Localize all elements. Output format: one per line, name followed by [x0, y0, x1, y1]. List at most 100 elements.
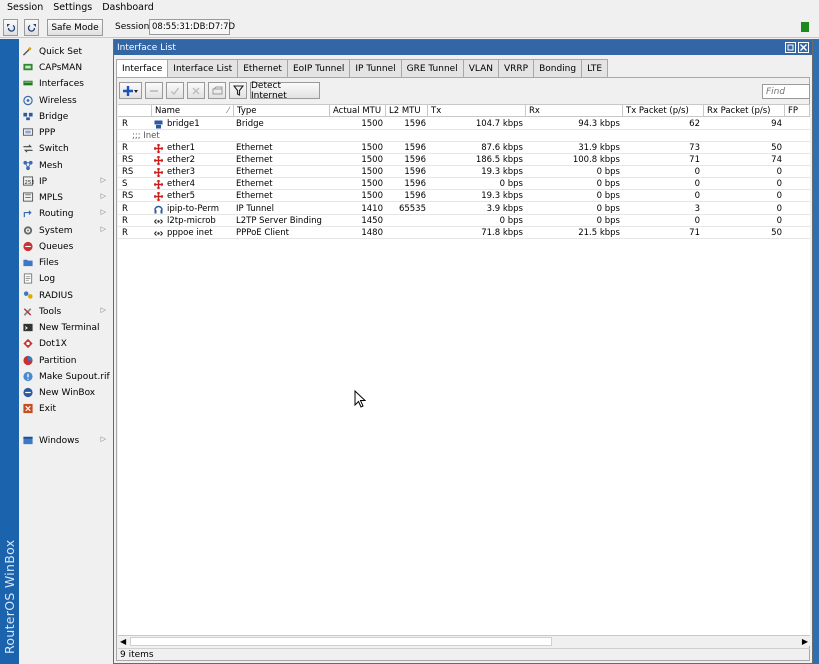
window-title[interactable]: Interface List	[114, 40, 812, 55]
col-name[interactable]: Name ⁄	[152, 105, 234, 117]
restore-window-button[interactable]	[785, 42, 796, 53]
disable-button[interactable]	[187, 82, 205, 99]
tab-vlan[interactable]: VLAN	[462, 59, 499, 77]
ip-icon: 255	[22, 176, 34, 186]
col-l2-mtu[interactable]: L2 MTU	[386, 105, 428, 117]
row-flags: S	[122, 179, 128, 189]
sidebar: RouterOS WinBox Quick Set CAPsMAN Interfac…	[0, 39, 113, 664]
tab-ip-tunnel[interactable]: IP Tunnel	[349, 59, 402, 77]
row-type: Ethernet	[236, 167, 273, 177]
menu-settings[interactable]: Settings	[53, 2, 92, 13]
add-button[interactable]	[119, 82, 142, 99]
sidebar-item-ip[interactable]: 255 IP ▷	[22, 174, 112, 189]
scroll-right-icon[interactable]: ▶	[802, 636, 808, 647]
close-window-button[interactable]	[798, 42, 809, 53]
comment-row[interactable]: ;;; Inet	[118, 130, 810, 142]
sidebar-item-system[interactable]: System ▷	[22, 223, 112, 238]
table-row[interactable]: Rpppoe inet PPPoE Client 1480 71.8 kbps 21.5…	[118, 227, 810, 239]
remove-button[interactable]	[145, 82, 163, 99]
tab-ethernet[interactable]: Ethernet	[237, 59, 288, 77]
sidebar-item-tools[interactable]: Tools ▷	[22, 304, 112, 319]
row-name: ether5	[152, 190, 232, 202]
undo-button[interactable]	[3, 19, 18, 36]
filter-button[interactable]	[229, 82, 247, 99]
check-icon	[171, 87, 180, 95]
table-row[interactable]: RS ether3 Ethernet 1500 1596 19.3 kbps 0 bps 0 0	[118, 166, 810, 178]
mesh-icon	[23, 160, 33, 171]
col-actual-mtu[interactable]: Actual MTU	[330, 105, 386, 117]
sidebar-item-mesh[interactable]: Mesh	[22, 158, 112, 173]
sidebar-item-new-terminal[interactable]: New Terminal	[22, 320, 112, 335]
sidebar-item-ppp[interactable]: PPP	[22, 125, 112, 140]
redo-button[interactable]	[24, 19, 39, 36]
tab-gre-tunnel[interactable]: GRE Tunnel	[400, 59, 464, 77]
comment-icon	[212, 86, 222, 94]
sidebar-item-switch[interactable]: Switch	[22, 141, 112, 156]
sidebar-item-make-supout-rif[interactable]: Make Supout.rif	[22, 369, 112, 384]
col-type[interactable]: Type	[234, 105, 330, 117]
detect-internet-button[interactable]: Detect Internet	[250, 81, 320, 101]
sidebar-item-partition[interactable]: Partition	[22, 353, 112, 368]
sidebar-item-files[interactable]: Files	[22, 255, 112, 270]
sidebar-item-quick-set[interactable]: Quick Set	[22, 44, 112, 59]
col-rx-packet[interactable]: Rx Packet (p/s)	[704, 105, 785, 117]
session-label: Session:	[115, 22, 153, 32]
sidebar-item-interfaces[interactable]: Interfaces	[22, 76, 112, 91]
row-tx: 0 bps	[499, 179, 523, 189]
menu-session[interactable]: Session	[7, 2, 43, 13]
mouse-cursor-icon	[354, 390, 366, 408]
sidebar-item-radius[interactable]: RADIUS	[22, 288, 112, 303]
table-row[interactable]: Rbridge1 Bridge 1500 1596 104.7 kbps 94.3 kbp…	[118, 118, 810, 130]
sidebar-item-wireless[interactable]: Wireless	[22, 93, 112, 108]
tab-bonding[interactable]: Bonding	[533, 59, 583, 77]
sidebar-item-queues[interactable]: Queues	[22, 239, 112, 254]
row-name: ipip-to-Perm	[152, 203, 232, 215]
row-rx: 0 bps	[596, 216, 620, 226]
sidebar-item-new-winbox[interactable]: New WinBox	[22, 385, 112, 400]
tab-interface[interactable]: Interface	[116, 59, 169, 78]
col-flags[interactable]	[118, 105, 152, 117]
comment-button[interactable]	[208, 82, 226, 99]
table-row[interactable]: Rether1 Ethernet 1500 1596 87.6 kbps 31.9 kbp…	[118, 142, 810, 154]
sidebar-item-label: Bridge	[39, 111, 69, 122]
row-rx: 0 bps	[596, 179, 620, 189]
session-field[interactable]: 08:55:31:DB:D7:7D	[149, 19, 235, 35]
find-input[interactable]	[762, 84, 810, 99]
table-row[interactable]: Ripip-to-Perm IP Tunnel 1410 65535 3.9 kbps 0…	[118, 203, 810, 215]
safe-mode-button[interactable]: Safe Mode	[47, 19, 103, 36]
scrollbar-thumb[interactable]	[130, 637, 552, 646]
sidebar-item-dot1x[interactable]: Dot1X	[22, 336, 112, 351]
tab-interface-list[interactable]: Interface List	[167, 59, 239, 77]
table-row[interactable]: RS ether2 Ethernet 1500 1596 186.5 kbps 100.8 …	[118, 154, 810, 166]
sidebar-item-capsman[interactable]: CAPsMAN	[22, 60, 112, 75]
table-row[interactable]: RS ether5 Ethernet 1500 1596 19.3 kbps 0 bps 0 0	[118, 190, 810, 202]
routing-icon	[23, 210, 32, 218]
col-fp[interactable]: FP	[785, 105, 810, 117]
tab-lte[interactable]: LTE	[581, 59, 609, 77]
row-type: Ethernet	[236, 179, 273, 189]
horizontal-scrollbar[interactable]: ◀ ▶	[118, 635, 810, 646]
col-tx-packet[interactable]: Tx Packet (p/s)	[623, 105, 704, 117]
row-l2-mtu: 1596	[404, 143, 426, 153]
table-row[interactable]: Rl2tp-microb L2TP Server Binding 1450 0 bps…	[118, 215, 810, 227]
sidebar-item-exit[interactable]: Exit	[22, 401, 112, 416]
row-name-text: bridge1	[167, 119, 200, 129]
svg-text:255: 255	[24, 180, 34, 186]
sidebar-item-windows[interactable]: Windows ▷	[22, 433, 112, 448]
tab-eoip-tunnel[interactable]: EoIP Tunnel	[286, 59, 351, 77]
windows-icon	[23, 436, 33, 445]
sidebar-item-log[interactable]: Log	[22, 271, 112, 286]
scroll-left-icon[interactable]: ◀	[120, 636, 126, 647]
menu-dashboard[interactable]: Dashboard	[102, 2, 154, 13]
enable-button[interactable]	[166, 82, 184, 99]
sidebar-item-routing[interactable]: Routing ▷	[22, 206, 112, 221]
tab-vrrp[interactable]: VRRP	[497, 59, 535, 77]
sidebar-item-bridge[interactable]: Bridge	[22, 109, 112, 124]
sidebar-item-label: Routing	[39, 208, 74, 219]
col-tx[interactable]: Tx	[428, 105, 526, 117]
row-rx-packet: 50	[771, 228, 782, 238]
sidebar-item-mpls[interactable]: MPLS ▷	[22, 190, 112, 205]
col-rx[interactable]: Rx	[526, 105, 623, 117]
table-row[interactable]: Sether4 Ethernet 1500 1596 0 bps 0 bps 0 0	[118, 178, 810, 190]
row-flags: R	[122, 228, 128, 238]
